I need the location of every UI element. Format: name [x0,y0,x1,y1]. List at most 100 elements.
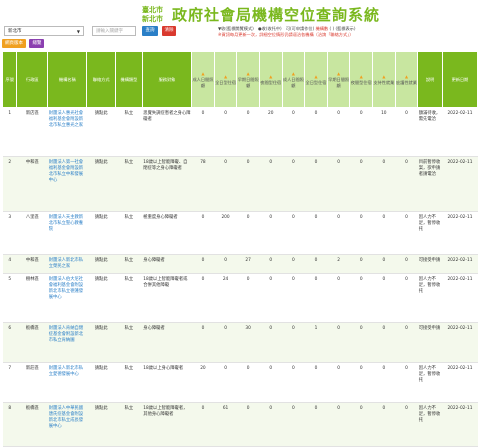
cell-count: 0 [395,107,418,157]
cell-count: 0 [191,254,215,274]
cell-contact-link[interactable]: 請點此 [86,322,116,363]
cell-contact-link[interactable]: 請點此 [86,402,116,447]
clear-button[interactable]: 清除 [162,26,176,36]
cell-type: 私立 [115,156,143,212]
col-header[interactable]: ▲ 成人日間照顧 [281,51,306,108]
cell-contact-link[interactable]: 請點此 [86,107,116,157]
col-header[interactable]: 序號 [1,51,18,108]
col-header[interactable]: 行政區 [16,51,49,108]
cell-note: 目前暫停收案，欲申請者請電洽 [417,156,443,212]
cell-org-link[interactable]: 財團法人伯大尼社會福利基金會附設新北市私立德蓮發展中心 [47,273,87,323]
cell-contact-link[interactable]: 請點此 [86,362,116,403]
cell-count: 0 [327,402,350,447]
legend-text: ▼收(藍標閱覽模式) ●收(收托中) 可(可申請作位) 機構數 ( ) (藍標表… [218,25,478,32]
table-row: 4 中和區 財團法人新北市私立榮民之家 請點此 私立 身心障礙者 0 0 27 … [2,254,478,274]
cell-target: 18歲以上智能障礙者或合併其他障礙 [142,273,192,323]
col-header[interactable]: ▲ 庇護性就業 [394,51,419,108]
cell-type: 私立 [115,254,143,274]
col-header[interactable]: 聯絡方式 [86,51,117,108]
cell-district: 八里區 [16,211,48,255]
query-button[interactable]: 查詢 [142,26,158,36]
col-header[interactable]: ▲ 支持性就業 [372,51,396,108]
cell-org-link[interactable]: 財團法人第一社會福利基金會附設新北市私立中和發展中心 [47,156,87,212]
cell-count: 0 [191,107,215,157]
cell-date: 2022-02-11 [442,273,478,323]
tab-web-version[interactable]: 網頁版本 [2,39,26,48]
cell-count: 10 [372,107,396,157]
cell-count: 0 [327,107,350,157]
col-header[interactable]: ▲ 全日型住宿 [213,51,238,108]
cell-contact-link[interactable]: 請點此 [86,254,116,274]
col-header[interactable]: 服務對象 [141,51,193,108]
cell-type: 私立 [115,107,143,157]
cell-count: 0 [372,322,396,363]
tab-overview[interactable]: 總覽 [29,39,45,48]
cell-target: 身心障礙者 [142,322,192,363]
col-header[interactable]: 機構類型 [115,51,143,108]
cell-count: 0 [259,322,283,363]
cell-count: 0 [372,402,396,447]
cell-count: 0 [395,273,418,323]
cell-org-link[interactable]: 財團法人中華民國唐氏症基金會附設新北市私立成長發展中心 [47,402,87,447]
cell-count: 0 [327,156,350,212]
cell-count: 0 [282,156,305,212]
keyword-input[interactable]: 請輸入關鍵字 [92,26,136,36]
cell-count: 0 [304,211,328,255]
cell-org-link[interactable]: 財團法人惠光社會福利基金會附設新北市私立惠光之家 [47,107,87,157]
table-row: 3 八里區 財團法人天主教新北市私立聖心教養院 請點此 私立 極重度身心障礙者 … [2,211,478,255]
col-header[interactable]: ▲ 早期日間照顧 [326,51,351,108]
cell-district: 樹林區 [16,273,48,323]
cell-count: 0 [282,211,305,255]
cell-count: 0 [259,254,283,274]
cell-contact-link[interactable]: 請點此 [86,211,116,255]
cell-type: 私立 [115,362,143,403]
cell-count: 24 [214,273,237,323]
col-header[interactable]: 機構名稱 [47,51,88,108]
cell-count: 0 [372,254,396,274]
cell-date: 2022-02-11 [442,211,478,255]
legend-prefix: ▼收(藍標閱覽模式) ●收(收托中) 可(可申請作位) [218,26,315,31]
col-header[interactable]: ▲ 早期日間照顧 [236,51,260,108]
site-logo: 臺北市 新北市 [142,6,163,24]
logo-line-1: 臺北市 [142,6,163,14]
cell-count: 0 [304,254,328,274]
cell-no: 3 [2,211,17,255]
cell-count: 27 [236,254,260,274]
cell-date: 2022-02-11 [442,362,478,403]
col-header[interactable]: ▲ 夜間型住宿 [258,51,283,108]
cell-count: 0 [349,273,373,323]
cell-count: 0 [214,322,237,363]
cell-contact-link[interactable]: 請點此 [86,156,116,212]
cell-count: 0 [236,273,260,323]
cell-note: 可接受申請 [417,322,443,363]
cell-org-link[interactable]: 財團法人肯納自閉症基金會附設新北市私立肯納園 [47,322,87,363]
cell-org-link[interactable]: 財團法人新北市私立榮民之家 [47,254,87,274]
col-header[interactable]: ▲ 夜間型住宿 [349,51,374,108]
cell-count: 0 [349,254,373,274]
cell-count: 0 [236,402,260,447]
col-header[interactable]: ▲ 全日型住宿 [304,51,328,108]
cell-org-link[interactable]: 財團法人天主教新北市私立聖心教養院 [47,211,87,255]
cell-type: 私立 [115,273,143,323]
col-header[interactable]: 更新日期 [441,51,479,108]
table-header: 序號 行政區 機構名稱 聯絡方式 機構類型 服務對象 ▲ 成人日間照顧 ▲ 全日型住… [1,51,479,108]
cell-count: 2 [327,254,350,274]
cell-target: 18歲以上智能障礙者，其他身心障礙者 [142,402,192,447]
cell-count: 0 [395,362,418,403]
col-header[interactable]: 說明 [417,51,443,108]
cell-no: 1 [2,107,17,157]
cell-org-link[interactable]: 財團法人新北市私立愛德發展中心 [47,362,87,403]
cell-district: 中和區 [16,254,48,274]
cell-district: 板橋區 [16,322,48,363]
cell-target: 18歲以上智能障礙、自閉症等之身心障礙者 [142,156,192,212]
cell-contact-link[interactable]: 請點此 [86,273,116,323]
cell-date: 2022-02-11 [442,156,478,212]
cell-count: 0 [214,156,237,212]
table-row: 5 樹林區 財團法人伯大尼社會福利基金會附設新北市私立德蓮發展中心 請點此 私立… [2,273,478,323]
area-select[interactable]: 新北市 ▼ [4,26,84,36]
cell-no: 8 [2,402,17,447]
cell-type: 私立 [115,211,143,255]
cell-count: 1 [304,322,328,363]
col-header[interactable]: ▲ 成人日間照顧 [191,51,215,108]
cell-count: 0 [349,322,373,363]
